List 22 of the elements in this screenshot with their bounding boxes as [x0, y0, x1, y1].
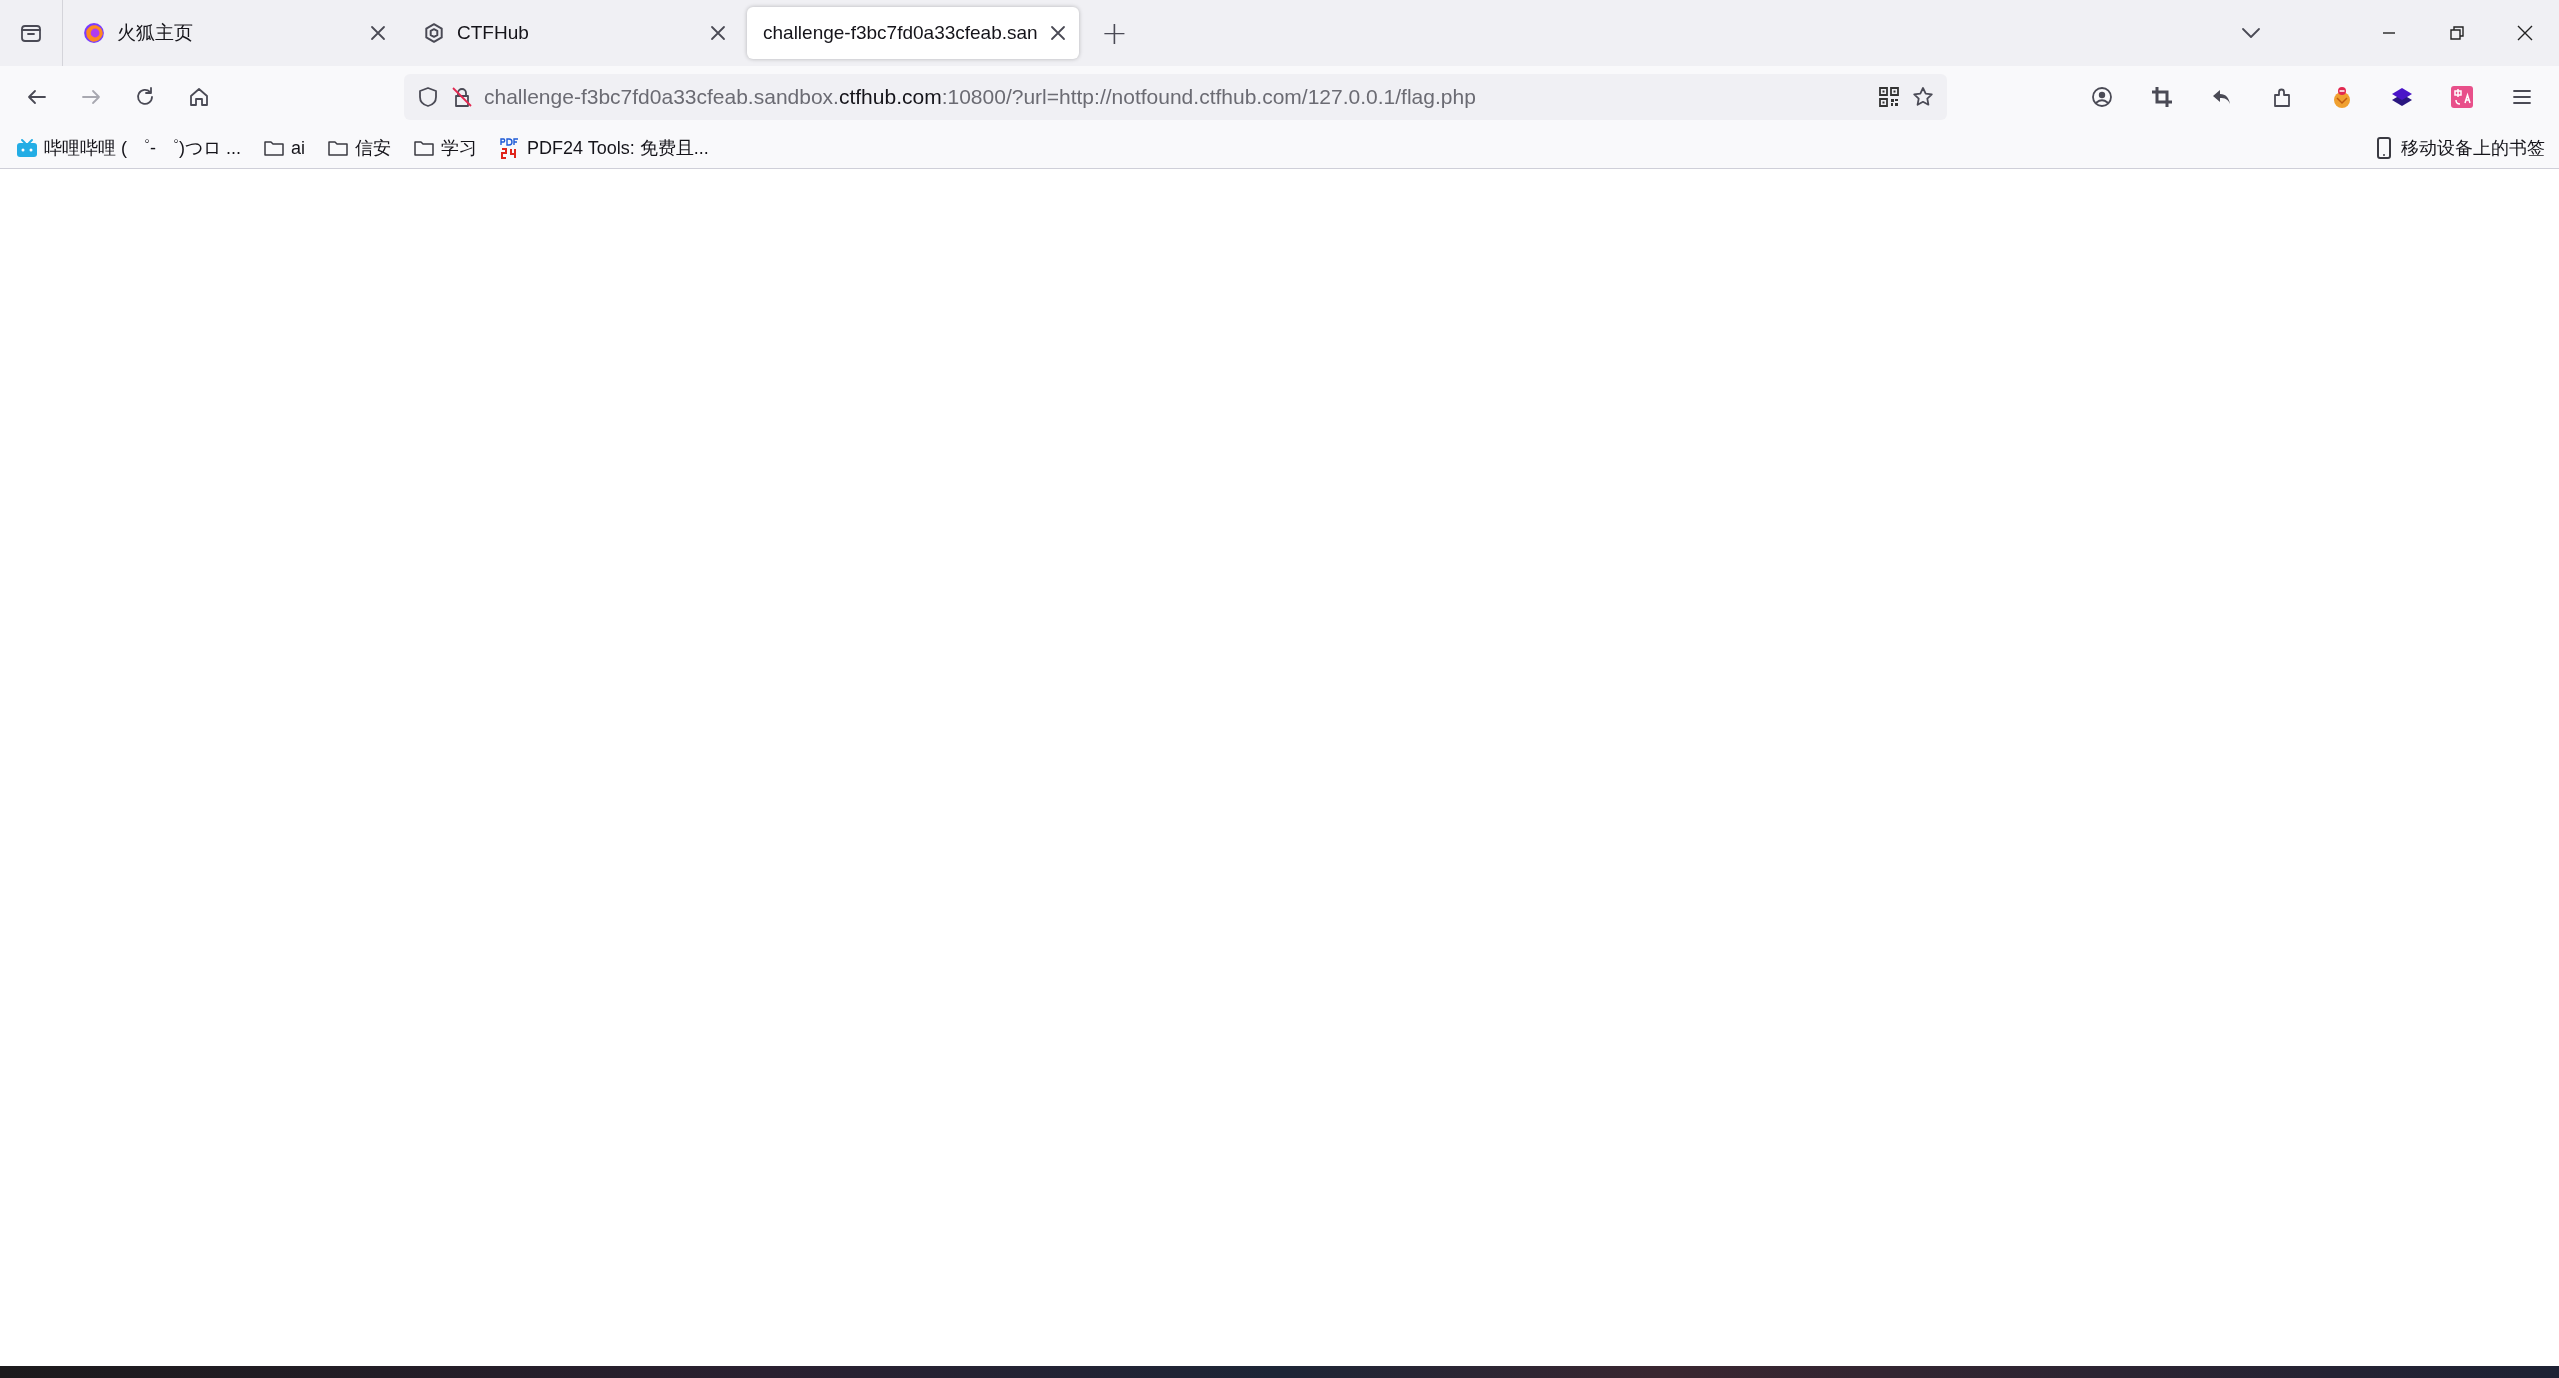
address-bar[interactable]: challenge-f3bc7fd0a33cfeab.sandbox.ctfhub.com:10800/?url=http://notfound.ctfhub.com/127.0.0.1/flag.php — [404, 74, 1947, 120]
bookmark-item[interactable]: ai — [263, 137, 305, 159]
qr-code-icon[interactable] — [1877, 85, 1901, 109]
pdf-logo-icon — [499, 137, 521, 159]
cube-logo-icon — [423, 22, 445, 44]
bookmark-item[interactable]: PDF24 Tools: 免费且... — [499, 136, 709, 160]
browser-tab[interactable]: challenge-f3bc7fd0a33cfeab.san — [747, 7, 1079, 59]
close-icon[interactable] — [1049, 24, 1067, 42]
browser-tab[interactable]: CTFHub — [407, 7, 739, 59]
close-icon[interactable] — [709, 24, 727, 42]
shield-icon[interactable] — [416, 85, 440, 109]
star-icon[interactable] — [1911, 85, 1935, 109]
bookmark-item[interactable]: 信安 — [327, 136, 391, 160]
new-tab-button[interactable]: + — [1093, 17, 1136, 49]
bookmark-item[interactable]: 学习 — [413, 136, 477, 160]
url-text: challenge-f3bc7fd0a33cfeab.sandbox.ctfhub.com:10800/?url=http://notfound.ctfhub.com/127.0.0.1/flag.php — [484, 85, 1477, 109]
bookmark-item[interactable]: 哔哩哔哩 ( ゜- ゜)つロ ... — [16, 136, 241, 160]
close-icon[interactable] — [369, 24, 387, 42]
browser-tab[interactable]: 火狐主页 — [67, 7, 399, 59]
crossed-lock-icon[interactable] — [450, 85, 474, 109]
mobile-bookmarks-item[interactable]: 移动设备上的书签 — [2373, 136, 2545, 160]
tv-face-icon — [16, 137, 38, 159]
